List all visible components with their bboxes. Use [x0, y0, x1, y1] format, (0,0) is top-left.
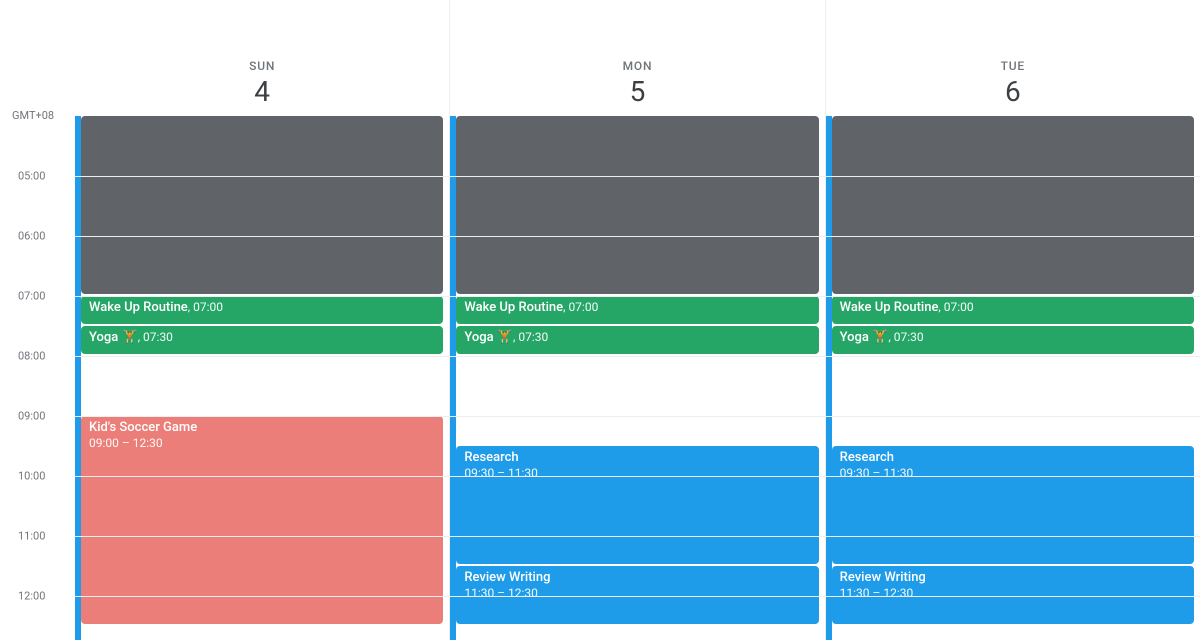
calendar-event[interactable] [832, 116, 1194, 294]
event-title: Wake Up Routine [464, 300, 563, 315]
day-header-tue[interactable]: TUE 6 [825, 0, 1200, 116]
calendar-event[interactable]: Kid's Soccer Game09:00 – 12:30 [81, 416, 443, 624]
hour-line [75, 236, 1200, 237]
calendar-event[interactable]: Wake Up Routine07:00 [456, 296, 818, 324]
day-name: TUE [1001, 59, 1025, 73]
day-column-sun[interactable]: Wake Up Routine07:00Yoga 🏋️07:30Kid's So… [75, 116, 449, 640]
hour-label: 07:00 [18, 290, 68, 303]
event-time: 09:00 – 12:30 [89, 436, 163, 450]
hour-line [75, 596, 1200, 597]
day-name: MON [623, 59, 653, 73]
hour-line [75, 536, 1200, 537]
day-header-mon[interactable]: MON 5 [449, 0, 824, 116]
event-title: Kid's Soccer Game [89, 420, 197, 435]
event-title: Yoga 🏋️ [464, 330, 513, 345]
event-time: 07:00 [938, 300, 973, 314]
hour-label: 09:00 [18, 410, 68, 423]
event-time: 07:30 [888, 330, 923, 344]
event-title: Research [464, 450, 518, 465]
hour-label: 10:00 [18, 470, 68, 483]
calendar-event[interactable]: Yoga 🏋️07:30 [456, 326, 818, 354]
calendar-event[interactable]: Review Writing11:30 – 12:30 [832, 566, 1194, 624]
calendar-header: GMT+08 SUN 4 MON 5 TUE 6 [0, 0, 1200, 116]
calendar-event[interactable]: Wake Up Routine07:00 [81, 296, 443, 324]
hour-line [75, 356, 1200, 357]
day-headers: SUN 4 MON 5 TUE 6 [75, 0, 1200, 116]
calendar-event[interactable]: Research09:30 – 11:30 [832, 446, 1194, 564]
day-column-tue[interactable]: Wake Up Routine07:00Yoga 🏋️07:30Research… [825, 116, 1200, 640]
event-title: Yoga 🏋️ [89, 330, 138, 345]
hour-line [75, 296, 1200, 297]
event-time: 07:30 [138, 330, 173, 344]
calendar-event[interactable]: Yoga 🏋️07:30 [832, 326, 1194, 354]
hour-line [75, 176, 1200, 177]
hour-label: 11:00 [18, 530, 68, 543]
calendar-event[interactable]: Research09:30 – 11:30 [456, 446, 818, 564]
calendar-event[interactable] [456, 116, 818, 294]
calendar-week-view: GMT+08 SUN 4 MON 5 TUE 6 Wake Up Routine… [0, 0, 1200, 640]
event-time: 11:30 – 12:30 [840, 586, 914, 600]
hour-label: 08:00 [18, 350, 68, 363]
calendar-grid[interactable]: Wake Up Routine07:00Yoga 🏋️07:30Kid's So… [0, 116, 1200, 640]
event-time: 09:30 – 11:30 [464, 466, 538, 480]
hour-gutter [0, 116, 75, 640]
day-header-sun[interactable]: SUN 4 [75, 0, 449, 116]
calendar-event[interactable]: Yoga 🏋️07:30 [81, 326, 443, 354]
hour-label: 05:00 [18, 170, 68, 183]
event-title: Review Writing [464, 570, 550, 585]
event-time: 07:00 [188, 300, 223, 314]
day-number: 6 [1005, 75, 1021, 108]
day-number: 4 [254, 75, 270, 108]
day-name: SUN [249, 59, 275, 73]
calendar-event[interactable]: Review Writing11:30 – 12:30 [456, 566, 818, 624]
hour-line [75, 416, 1200, 417]
event-time: 07:00 [563, 300, 598, 314]
event-time: 07:30 [513, 330, 548, 344]
event-title: Yoga 🏋️ [840, 330, 889, 345]
event-time: 09:30 – 11:30 [840, 466, 914, 480]
day-column-mon[interactable]: Wake Up Routine07:00Yoga 🏋️07:30Research… [449, 116, 824, 640]
day-columns: Wake Up Routine07:00Yoga 🏋️07:30Kid's So… [75, 116, 1200, 640]
event-title: Wake Up Routine [89, 300, 188, 315]
event-time: 11:30 – 12:30 [464, 586, 538, 600]
event-title: Wake Up Routine [840, 300, 939, 315]
event-title: Research [840, 450, 894, 465]
day-number: 5 [630, 75, 646, 108]
hour-label: 06:00 [18, 230, 68, 243]
calendar-event[interactable] [81, 116, 443, 294]
hour-label: 12:00 [18, 590, 68, 603]
hour-line [75, 476, 1200, 477]
calendar-event[interactable]: Wake Up Routine07:00 [832, 296, 1194, 324]
event-title: Review Writing [840, 570, 926, 585]
